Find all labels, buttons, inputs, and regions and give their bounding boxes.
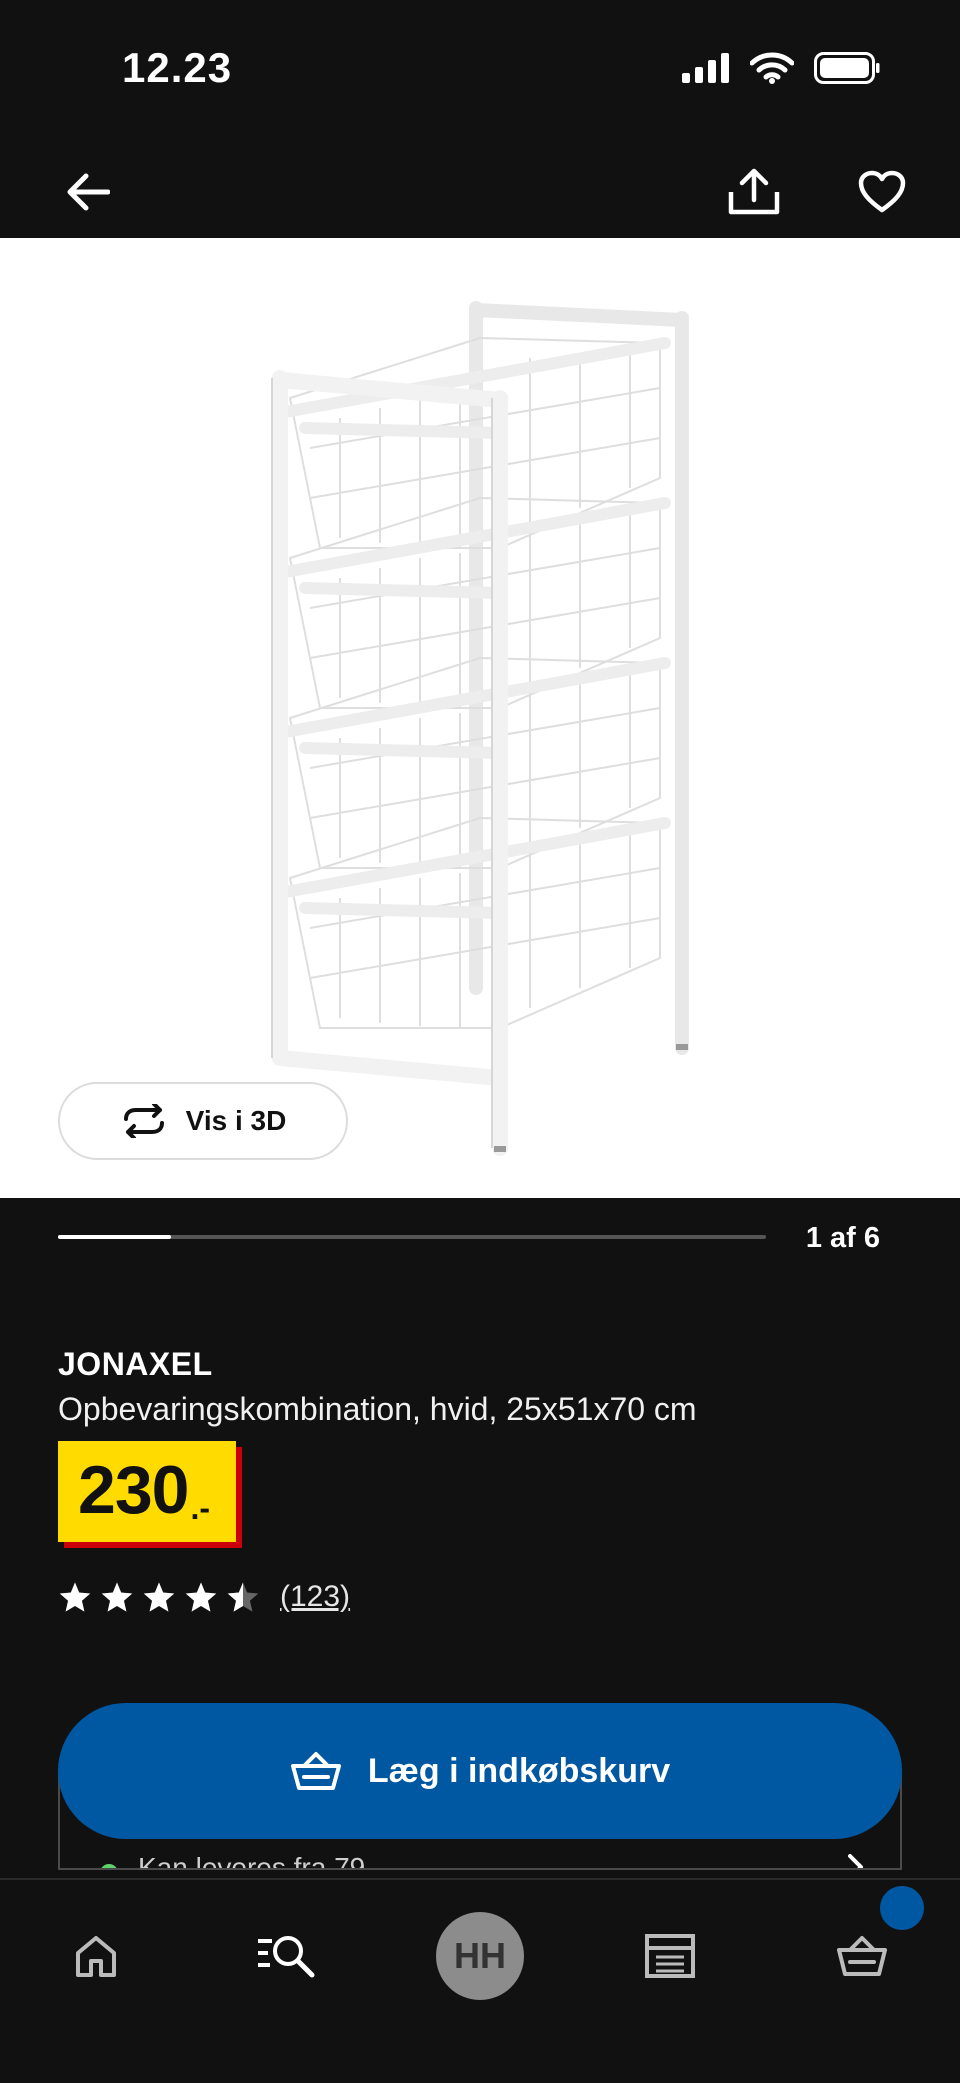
add-to-cart-label: Læg i indkøbskurv bbox=[367, 1751, 671, 1790]
tab-stores[interactable] bbox=[620, 1906, 720, 2006]
product-image[interactable]: Vis i 3D bbox=[0, 238, 960, 1198]
star-icon bbox=[101, 1582, 133, 1612]
favorite-button[interactable] bbox=[852, 162, 912, 222]
top-navigation bbox=[0, 140, 960, 238]
wifi-icon bbox=[750, 52, 794, 84]
basket-icon bbox=[290, 1752, 341, 1790]
heart-icon bbox=[858, 170, 906, 213]
price-value: 230 bbox=[78, 1452, 189, 1528]
view-in-3d-label: Vis i 3D bbox=[185, 1105, 287, 1136]
product-name: JONAXEL bbox=[58, 1346, 213, 1382]
search-icon bbox=[258, 1936, 315, 1978]
rating-count[interactable]: (123) bbox=[280, 1580, 350, 1614]
status-time: 12.23 bbox=[122, 44, 233, 91]
gallery-progress-fill bbox=[58, 1235, 172, 1239]
arrow-left-icon bbox=[67, 173, 110, 211]
product-photo-storage-rack bbox=[271, 301, 689, 1156]
tab-profile[interactable]: HH bbox=[430, 1906, 530, 2006]
star-icon bbox=[59, 1582, 91, 1612]
star-icon bbox=[185, 1582, 217, 1612]
gallery-progress-bar bbox=[58, 1235, 766, 1239]
product-rating[interactable]: (123) bbox=[58, 1580, 350, 1614]
star-icon bbox=[143, 1582, 175, 1612]
delivery-text: Kan leveres fra 79,- bbox=[138, 1852, 383, 1870]
bottom-navigation: HH bbox=[0, 1878, 960, 2083]
cart-badge bbox=[880, 1886, 924, 1930]
cart-icon bbox=[837, 1936, 887, 1976]
home-icon bbox=[76, 1936, 116, 1977]
half-star-icon bbox=[227, 1582, 259, 1612]
back-button[interactable] bbox=[58, 162, 118, 222]
status-icons bbox=[682, 52, 880, 84]
add-to-cart-button[interactable]: Læg i indkøbskurv bbox=[58, 1703, 902, 1839]
avatar: HH bbox=[436, 1912, 524, 2000]
gallery-counter: 1 af 6 bbox=[805, 1222, 880, 1254]
view-in-3d-button[interactable]: Vis i 3D bbox=[58, 1082, 348, 1160]
availability-dot-icon bbox=[100, 1864, 118, 1868]
chevron-right-icon bbox=[848, 1854, 863, 1868]
tab-search[interactable] bbox=[236, 1906, 336, 2006]
store-icon bbox=[645, 1934, 695, 1978]
status-bar: 12.23 bbox=[0, 0, 960, 140]
tab-home[interactable] bbox=[46, 1906, 146, 2006]
signal-icon bbox=[682, 53, 729, 83]
product-description: Opbevaringskombination, hvid, 25x51x70 c… bbox=[58, 1391, 697, 1427]
share-icon bbox=[728, 168, 780, 215]
share-button[interactable] bbox=[724, 162, 784, 222]
price-suffix: .- bbox=[190, 1490, 211, 1526]
battery-icon bbox=[814, 52, 880, 84]
price-tag: 230 .- bbox=[58, 1441, 236, 1542]
rotate-3d-icon bbox=[123, 1104, 164, 1138]
